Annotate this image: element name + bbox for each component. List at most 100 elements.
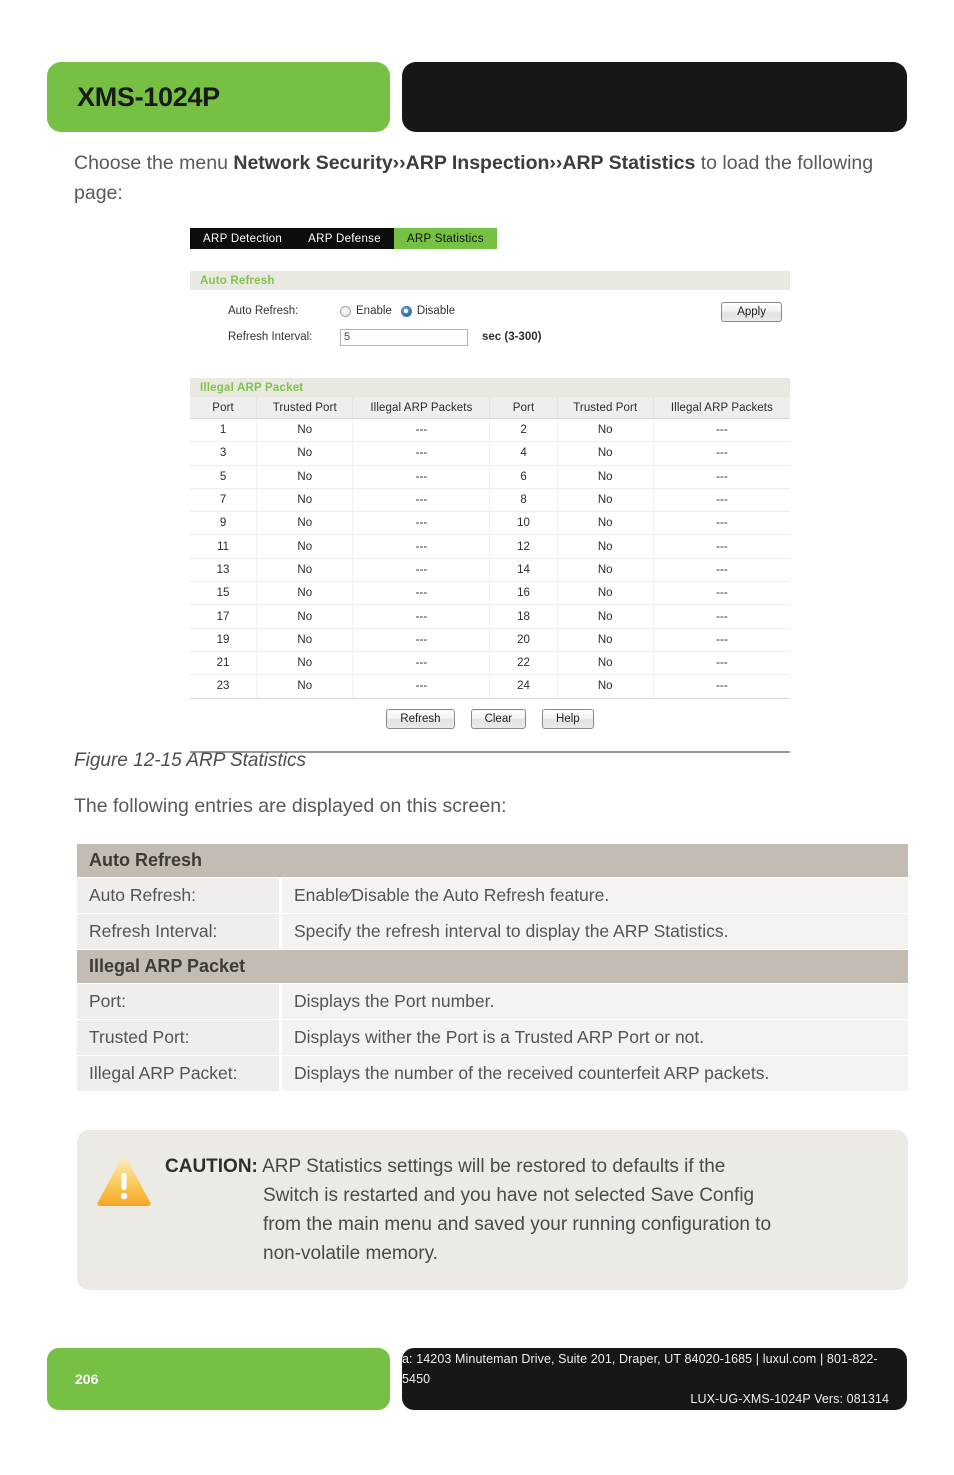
cell-trusted-2: No [557,511,654,536]
col-header-trusted-2: Trusted Port [557,397,654,419]
cell-illegal-2: --- [653,465,790,489]
cell-trusted-2: No [557,418,654,443]
tab-bar: ARP Detection ARP Defense ARP Statistics [190,228,497,249]
help-button[interactable]: Help [542,708,594,729]
cell-illegal-2: --- [653,441,790,466]
cell-trusted-2: No [557,628,654,652]
cell-illegal-1: --- [352,628,491,652]
cell-port-2: 10 [489,511,558,536]
desc-entry-row: Illegal ARP Packet: Displays the number o… [77,1055,908,1092]
cell-port-2: 22 [489,651,558,676]
auto-refresh-panel: Auto Refresh Auto Refresh: Enable Disabl… [190,271,790,354]
desc-entry-row: Port: Displays the Port number. [77,983,908,1020]
tab-arp-detection[interactable]: ARP Detection [190,228,295,249]
cell-trusted-1: No [256,628,354,652]
cell-trusted-2: No [557,488,654,513]
entry-description-body: Auto Refresh Auto Refresh: Enable∕Disable … [77,844,908,1092]
caution-box: CAUTION: ARP Statistics settings will be… [77,1130,908,1290]
table-row: 15 No --- 16 No --- [190,581,790,606]
cell-illegal-2: --- [653,581,790,606]
footer-contact-banner: a: 14203 Minuteman Drive, Suite 201, Dra… [402,1348,907,1410]
table-row: 21 No --- 22 No --- [190,651,790,676]
cell-illegal-2: --- [653,651,790,676]
table-row: 3 No --- 4 No --- [190,441,790,466]
cell-illegal-1: --- [352,651,491,676]
cell-trusted-1: No [256,511,354,536]
intro-text-before: Choose the menu [74,152,234,174]
table-row: 17 No --- 18 No --- [190,604,790,629]
figure-caption: Figure 12-15 ARP Statistics [74,750,306,771]
refresh-interval-input[interactable]: 5 [340,328,468,346]
cell-illegal-1: --- [352,465,491,489]
menu-path: Network Security››ARP Inspection››ARP St… [233,152,696,174]
table-row: 13 No --- 14 No --- [190,558,790,583]
cell-trusted-2: No [557,441,654,466]
cell-port-2: 24 [489,674,558,699]
cell-port-2: 8 [489,488,558,513]
page-number: 206 [75,1371,99,1387]
radio-option-disable[interactable]: Disable [400,305,456,317]
cell-port-2: 12 [489,534,558,559]
cell-illegal-1: --- [352,511,491,536]
page-header: XMS-1024P [0,0,954,140]
radio-disable-icon[interactable] [400,305,412,317]
caution-line-3: from the main menu and saved your runnin… [263,1214,772,1235]
desc-entry-row: Trusted Port: Displays wither the Port is… [77,1019,908,1056]
cell-illegal-2: --- [653,558,790,583]
cell-trusted-1: No [256,465,354,489]
refresh-interval-unit: sec (3-300) [482,331,542,343]
cell-port-1: 15 [190,581,258,606]
cell-trusted-1: No [256,674,354,699]
caution-line-4: non-volatile memory. [263,1243,438,1264]
desc-entry-key: Illegal ARP Packet: [77,1055,282,1092]
table-row: 11 No --- 12 No --- [190,534,790,559]
cell-port-2: 6 [489,465,558,489]
radio-disable-label: Disable [416,305,456,317]
cell-illegal-2: --- [653,628,790,652]
warning-triangle-icon [95,1152,157,1268]
table-header-row: Port Trusted Port Illegal ARP Packets Po… [190,397,790,419]
radio-enable-icon[interactable] [340,305,351,317]
cell-trusted-2: No [557,604,654,629]
caution-line-1: ARP Statistics settings will be restored… [257,1156,726,1177]
col-header-port-2: Port [489,397,558,419]
intro-paragraph: Choose the menu Network Security››ARP In… [74,148,884,208]
tab-arp-defense[interactable]: ARP Defense [295,228,394,249]
cell-trusted-1: No [256,604,354,629]
clear-button[interactable]: Clear [470,708,527,729]
refresh-interval-label: Refresh Interval: [228,331,313,343]
cell-port-2: 2 [489,418,558,443]
cell-port-1: 21 [190,651,258,676]
caution-text: CAUTION: ARP Statistics settings will be… [157,1152,771,1268]
desc-entry-value: Specify the refresh interval to display … [280,913,908,950]
cell-illegal-1: --- [352,441,491,466]
apply-button[interactable]: Apply [721,302,782,322]
entry-description-table: Auto Refresh Auto Refresh: Enable∕Disable … [77,844,908,1092]
caution-label: CAUTION: [165,1156,258,1177]
radio-option-enable[interactable]: Enable [340,305,392,317]
cell-trusted-2: No [557,465,654,489]
cell-port-1: 13 [190,558,258,583]
cell-trusted-1: No [256,581,354,606]
desc-section-title: Illegal ARP Packet [77,949,908,984]
cell-port-2: 16 [489,581,558,606]
desc-section-title: Auto Refresh [77,844,908,878]
header-black-bar [402,62,907,132]
embedded-ui-screenshot: ARP Detection ARP Defense ARP Statistics… [190,228,790,753]
illegal-arp-panel-title: Illegal ARP Packet [190,378,790,397]
auto-refresh-panel-title: Auto Refresh [190,271,790,290]
refresh-button[interactable]: Refresh [386,708,455,729]
cell-port-1: 23 [190,674,258,699]
illegal-arp-table: Port Trusted Port Illegal ARP Packets Po… [190,397,790,699]
desc-section-header-row: Illegal ARP Packet [77,949,908,984]
cell-trusted-1: No [256,534,354,559]
tab-arp-statistics[interactable]: ARP Statistics [393,228,497,249]
cell-port-1: 7 [190,488,258,513]
cell-illegal-2: --- [653,488,790,513]
cell-illegal-1: --- [352,581,491,606]
cell-illegal-2: --- [653,418,790,443]
table-row: 9 No --- 10 No --- [190,511,790,536]
cell-illegal-1: --- [352,558,491,583]
col-header-illegal-1: Illegal ARP Packets [352,397,491,419]
illegal-arp-table-body: 1 No --- 2 No --- 3 No --- 4 No --- 5 No --- 6 No --- 7 No -… [190,418,790,699]
